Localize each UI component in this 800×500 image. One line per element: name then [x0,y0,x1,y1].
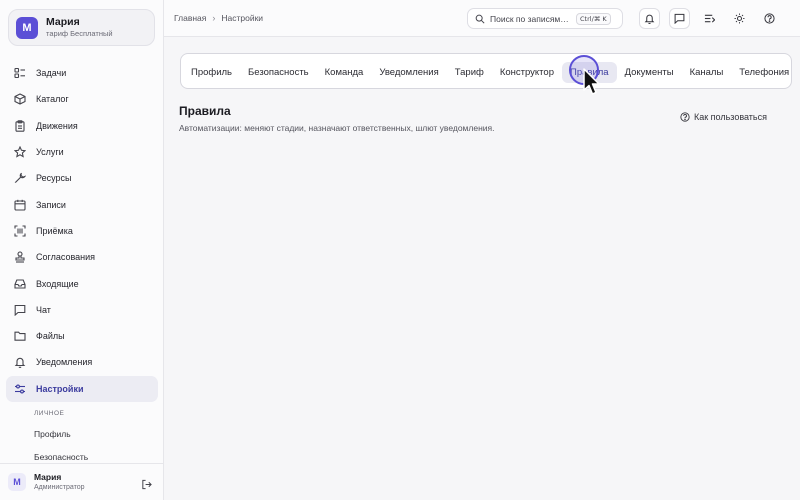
wrench-icon [14,172,26,184]
sidebar-item-bookings[interactable]: Записи [6,191,158,217]
account-switcher[interactable]: М Мария тариф Бесплатный [8,9,155,46]
account-name: Мария [46,16,80,28]
sidebar-item-label: Записи [36,199,66,210]
settings-subitem-security[interactable]: Безопасность [34,452,88,462]
tab-channels[interactable]: Каналы [682,62,732,83]
sidebar-item-catalog[interactable]: Каталог [6,86,158,112]
sidebar-item-movements[interactable]: Движения [6,113,158,139]
tasks-icon [14,67,26,79]
bell-icon [14,356,26,369]
account-avatar: М [16,16,38,39]
box-icon [14,93,26,106]
tab-telephony[interactable]: Телефония [731,62,791,83]
user-role: Администратор [34,483,85,491]
sidebar-item-tasks[interactable]: Задачи [6,60,158,86]
calendar-icon [14,199,26,211]
search-input[interactable] [490,13,574,24]
chat-icon [674,13,685,24]
list-plus-icon [704,14,715,23]
sidebar-nav: Задачи Каталог Движения Услуги Ресурсы З… [6,60,158,402]
sidebar-item-label: Входящие [36,278,79,289]
app-window: М Мария тариф Бесплатный Задачи Каталог … [0,0,800,500]
sidebar-item-label: Чат [36,304,51,315]
sidebar-item-label: Ресурсы [36,173,72,184]
chevron-right-icon: › [212,13,216,23]
clipboard-icon [14,119,26,132]
queue-button[interactable] [699,8,720,29]
sidebar-item-label: Каталог [36,94,69,105]
mouse-pointer-icon [583,68,600,95]
how-to-use-label: Как пользоваться [693,112,767,122]
bell-icon [644,14,655,24]
settings-tabs-list: Профиль Безопасность Команда Уведомления… [181,54,791,88]
tab-documents[interactable]: Документы [617,62,682,83]
sidebar-item-label: Настройки [36,383,84,394]
settings-sliders-icon [14,383,26,395]
sidebar-item-inbox[interactable]: Входящие [6,270,158,296]
rules-content-area [179,146,791,486]
sidebar-item-label: Файлы [36,331,65,342]
breadcrumb-home[interactable]: Главная [174,13,206,23]
inbox-icon [14,278,26,290]
breadcrumb: Главная › Настройки [174,13,263,23]
sidebar-item-resources[interactable]: Ресурсы [6,165,158,191]
scan-icon [14,225,26,237]
search-shortcut-hint: Ctrl/⌘ K [576,12,611,25]
sidebar-item-chat[interactable]: Чат [6,297,158,323]
breadcrumb-current: Настройки [221,13,264,23]
help-circle-icon [764,13,775,24]
chat-icon [14,304,26,316]
account-info: Мария тариф Бесплатный [46,16,113,39]
sun-icon [734,13,745,24]
tab-profile[interactable]: Профиль [183,62,240,83]
star-icon [14,146,26,158]
page-title: Правила [179,104,231,118]
search-icon [475,14,485,24]
stamp-icon [14,251,26,263]
main-content: Главная › Настройки Ctrl/⌘ K [164,0,800,500]
sidebar-item-label: Уведомления [36,357,93,368]
tab-plan[interactable]: Тариф [447,62,492,83]
settings-tabs: Профиль Безопасность Команда Уведомления… [180,53,792,89]
sidebar-item-label: Движения [36,120,78,131]
messages-button[interactable] [669,8,690,29]
user-info: Мария Администратор [34,472,85,493]
settings-subsection-heading: ЛИЧНОЕ [34,410,65,417]
tab-notifications[interactable]: Уведомления [371,62,446,83]
sidebar-item-label: Приёмка [36,225,73,236]
sidebar-item-notifications[interactable]: Уведомления [6,349,158,375]
sidebar: М Мария тариф Бесплатный Задачи Каталог … [0,0,164,500]
page-description: Автоматизации: меняют стадии, назначают … [179,123,495,133]
sidebar-item-label: Задачи [36,68,67,79]
tab-security[interactable]: Безопасность [240,62,317,83]
sidebar-item-label: Согласования [36,252,96,263]
help-circle-icon [680,112,690,122]
settings-subitem-profile[interactable]: Профиль [34,429,71,439]
sidebar-item-settings[interactable]: Настройки [6,375,158,402]
user-avatar[interactable]: М [8,473,26,491]
user-name: Мария [34,471,62,482]
logout-icon[interactable] [141,477,152,490]
sidebar-item-services[interactable]: Услуги [6,139,158,165]
theme-toggle-button[interactable] [729,8,750,29]
folder-icon [14,330,26,342]
sidebar-item-approvals[interactable]: Согласования [6,244,158,270]
help-button[interactable] [759,8,780,29]
top-bar: Главная › Настройки Ctrl/⌘ K [164,0,800,37]
how-to-use-link[interactable]: Как пользоваться [680,112,767,122]
account-plan: тариф Бесплатный [46,29,113,38]
sidebar-item-label: Услуги [36,147,64,158]
global-search[interactable]: Ctrl/⌘ K [467,8,623,29]
tab-builder[interactable]: Конструктор [492,62,562,83]
notifications-button[interactable] [639,8,660,29]
tab-team[interactable]: Команда [317,62,372,83]
sidebar-item-receiving[interactable]: Приёмка [6,218,158,244]
current-user: М Мария Администратор [0,463,163,500]
sidebar-item-files[interactable]: Файлы [6,323,158,349]
